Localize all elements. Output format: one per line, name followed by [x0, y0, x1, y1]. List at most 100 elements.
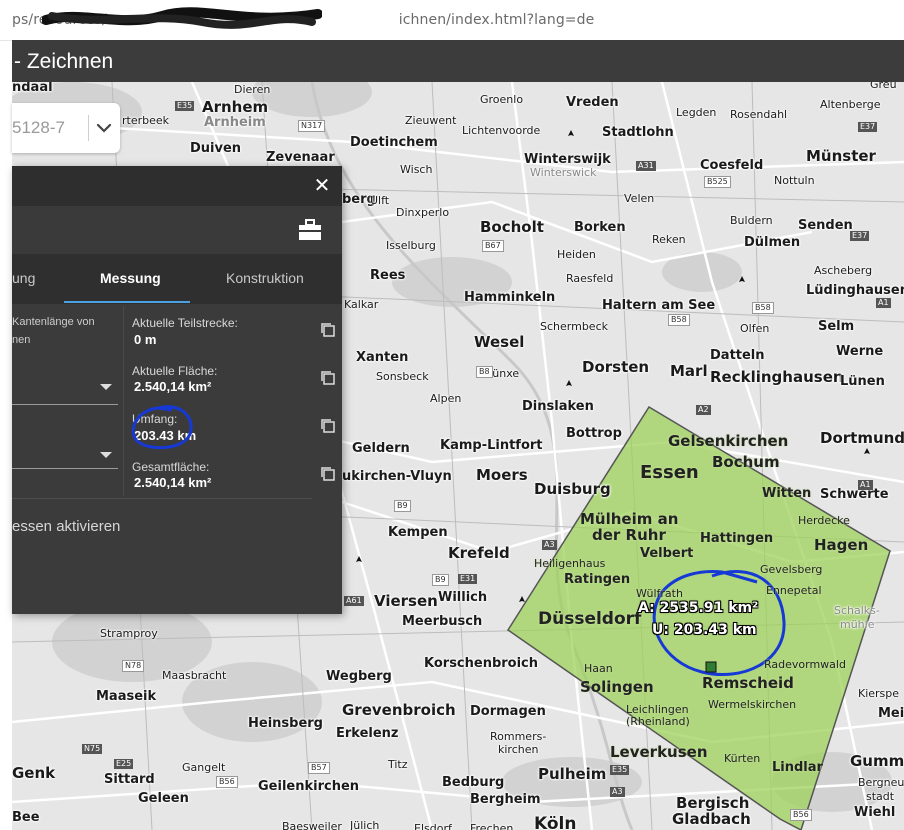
place-label: Arnheim [204, 115, 266, 130]
road-badge: B9 [432, 574, 449, 586]
place-label: Elsdorf [414, 822, 452, 830]
place-label: Ulft [370, 194, 390, 207]
place-label: Remscheid [702, 674, 794, 692]
column-divider [123, 306, 124, 496]
place-label: Kempen [388, 525, 448, 540]
place-label: Schwerte [820, 487, 889, 502]
place-label: Kürten [724, 752, 761, 765]
place-label: kirchen [498, 743, 539, 756]
place-label: Lichtenvoorde [462, 124, 541, 137]
road-badge: E31 [458, 574, 478, 584]
place-label: Senden [798, 218, 853, 233]
briefcase-icon[interactable] [298, 219, 322, 241]
place-label: Recklinghausen [710, 368, 844, 386]
road-badge: E37 [858, 122, 878, 132]
road-badge: A31 [636, 161, 656, 171]
place-label: Essen [640, 462, 699, 483]
chevron-down-icon[interactable] [92, 116, 116, 140]
place-label: Düsseldorf [538, 609, 642, 629]
place-label: Bee [12, 810, 40, 825]
place-label: Sittard [104, 772, 155, 787]
place-label: Willich [438, 590, 488, 605]
place-label: Dortmund [820, 429, 904, 447]
place-label: Haan [584, 662, 613, 675]
place-label: Altenberge [820, 98, 881, 111]
place-label: Gangelt [182, 761, 226, 774]
place-label: Wesel [474, 333, 525, 351]
copy-icon[interactable] [320, 418, 336, 434]
place-label: Lüdinghausen [806, 283, 904, 298]
place-label: rterbeek [122, 114, 170, 127]
place-label: Vreden [566, 95, 619, 110]
copy-icon[interactable] [320, 370, 336, 386]
place-label: Maaseik [96, 689, 157, 704]
place-label: Haltern am See [602, 298, 716, 313]
place-label: Werne [836, 344, 884, 359]
place-label: stadt [866, 790, 895, 803]
tab-partial[interactable]: ung [12, 270, 35, 286]
place-label: Korschenbroich [424, 656, 539, 671]
tab-konstruktion[interactable]: Konstruktion [226, 270, 304, 286]
copy-icon[interactable] [320, 466, 336, 482]
road-badge: E35 [610, 765, 630, 775]
place-label: Frechen [470, 822, 514, 830]
place-label: Viersen [374, 592, 438, 610]
place-label: Buldern [730, 214, 773, 227]
road-badge: B56 [790, 809, 812, 821]
road-badge: A1 [876, 298, 891, 308]
place-label: Olfen [740, 322, 770, 335]
place-label: Wegberg [326, 669, 392, 684]
place-label: Legden [676, 106, 717, 119]
annotation-circle [131, 405, 193, 450]
area-measure-label: A: 2535.91 km² [638, 600, 759, 616]
place-label: Sonsbeck [376, 370, 429, 383]
road-badge: N75 [82, 744, 103, 754]
place-label: Witten [762, 486, 812, 501]
place-label: Gumme [850, 752, 904, 770]
place-label: Heinsberg [248, 716, 323, 731]
copy-icon[interactable] [320, 322, 336, 338]
tab-messung[interactable]: Messung [100, 270, 161, 286]
road-badge: E35 [175, 101, 195, 111]
place-label: Maasbracht [162, 669, 227, 682]
road-badge: E37 [850, 231, 870, 241]
place-label: Hattingen [700, 531, 774, 546]
place-label: Borken [574, 220, 626, 235]
page-title: - Zeichnen [14, 50, 114, 73]
place-label: Stadtlohn [602, 125, 674, 140]
place-label: Isselburg [386, 239, 436, 252]
place-label: Duisburg [534, 480, 611, 498]
road-badge: A61 [344, 596, 364, 606]
place-label: Köln [534, 814, 577, 830]
place-label: Winterswijk [524, 152, 611, 167]
place-label: Groenlo [480, 93, 524, 106]
place-label: Alpen [430, 392, 462, 405]
place-label: Mein [878, 706, 904, 721]
place-label: Zieuwent [405, 114, 457, 127]
place-label: Velbert [640, 546, 694, 561]
caret-down-icon[interactable] [100, 452, 112, 458]
total-area-label: Gesamtfläche: [132, 460, 210, 474]
unit-select-1[interactable] [12, 404, 118, 405]
caret-down-icon[interactable] [100, 384, 112, 390]
place-label: Selm [818, 319, 855, 334]
coordinate-system-select[interactable]: 5128-7 [12, 103, 120, 153]
place-label: Baesweiler [282, 820, 342, 830]
current-segment-value: 0 m [134, 332, 157, 347]
place-label: Bocholt [480, 218, 544, 236]
place-label: Gelsenkirchen [668, 432, 789, 450]
place-label: Pulheim [538, 765, 607, 783]
place-label: ndaal [12, 82, 53, 95]
close-icon[interactable]: ✕ [310, 174, 334, 198]
place-label: Gladbach [672, 810, 751, 828]
place-label: Gevelsberg [760, 563, 823, 576]
edge-length-note-2: nen [12, 334, 31, 346]
place-label: Dinslaken [522, 399, 594, 414]
unit-select-2[interactable] [12, 468, 118, 469]
place-label: Geldern [352, 441, 410, 456]
browser-address-bar[interactable]: ps/resources/ichnen/index.html?lang=de [0, 0, 904, 41]
place-label: Ennepetal [766, 584, 822, 597]
draw-tool-panel: ✕ ung Messung Konstruktion Kantenlänge v… [12, 166, 342, 614]
place-label: Wermelskirchen [708, 698, 797, 711]
activate-measure-link[interactable]: essen aktivieren [12, 518, 120, 535]
